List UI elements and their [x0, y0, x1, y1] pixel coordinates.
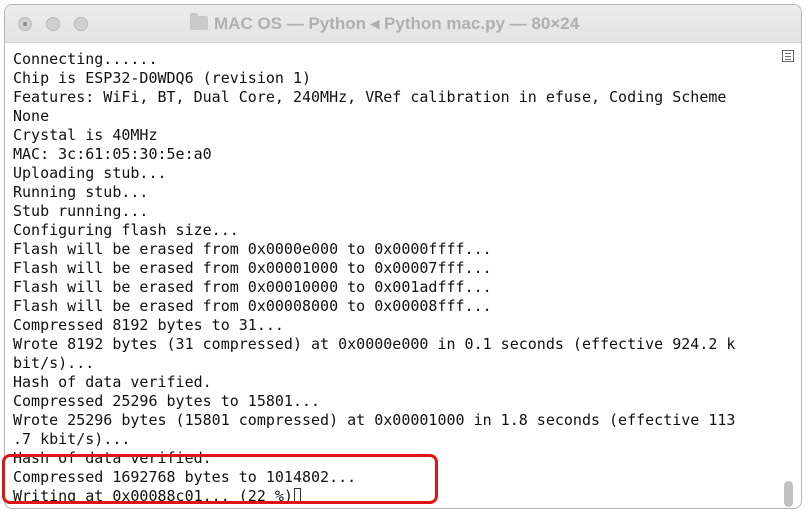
terminal-line: Chip is ESP32-D0WDQ6 (revision 1)	[13, 69, 312, 87]
terminal-output[interactable]: Connecting...... Chip is ESP32-D0WDQ6 (r…	[5, 43, 775, 508]
terminal-line: Crystal is 40MHz	[13, 126, 158, 144]
folder-icon	[190, 13, 208, 30]
window-title: MAC OS — Python ◂ Python mac.py — 80×24	[190, 5, 579, 43]
terminal-line: Flash will be erased from 0x00001000 to …	[13, 259, 492, 277]
terminal-line: Configuring flash size...	[13, 221, 239, 239]
scrollbar-thumb[interactable]	[784, 481, 793, 507]
terminal-line: None	[13, 107, 50, 125]
terminal-line: Flash will be erased from 0x00010000 to …	[13, 278, 492, 296]
terminal-line: Compressed 8192 bytes to 31...	[13, 316, 284, 334]
terminal-line: Connecting......	[13, 50, 158, 68]
zoom-button[interactable]	[74, 17, 88, 31]
menu-lines-icon[interactable]	[782, 50, 794, 62]
terminal-window: MAC OS — Python ◂ Python mac.py — 80×24 …	[4, 4, 802, 509]
current-line-text: Writing at 0x00088c01... (22 %)	[13, 487, 293, 505]
terminal-line: Wrote 8192 bytes (31 compressed) at 0x00…	[13, 335, 736, 353]
terminal-line: Flash will be erased from 0x0000e000 to …	[13, 240, 492, 258]
terminal-line: bit/s)...	[13, 354, 95, 372]
terminal-line: Flash will be erased from 0x00008000 to …	[13, 297, 492, 315]
terminal-line: .7 kbit/s)...	[13, 430, 131, 448]
terminal-line: Hash of data verified.	[13, 449, 212, 467]
minimize-button[interactable]	[46, 17, 60, 31]
terminal-line-current: Writing at 0x00088c01... (22 %)	[13, 487, 775, 506]
terminal-line: Hash of data verified.	[13, 373, 212, 391]
text-cursor	[293, 488, 301, 504]
terminal-line: Running stub...	[13, 183, 149, 201]
terminal-line: Stub running...	[13, 202, 149, 220]
terminal-line: Compressed 1692768 bytes to 1014802...	[13, 468, 357, 486]
close-button[interactable]	[18, 17, 32, 31]
terminal-line: Uploading stub...	[13, 164, 167, 182]
terminal-line: Features: WiFi, BT, Dual Core, 240MHz, V…	[13, 88, 727, 106]
terminal-line: Compressed 25296 bytes to 15801...	[13, 392, 321, 410]
terminal-line: Wrote 25296 bytes (15801 compressed) at …	[13, 411, 736, 429]
window-title-text: MAC OS — Python ◂ Python mac.py — 80×24	[214, 14, 580, 33]
title-bar[interactable]: MAC OS — Python ◂ Python mac.py — 80×24	[5, 5, 801, 43]
terminal-line: MAC: 3c:61:05:30:5e:a0	[13, 145, 212, 163]
